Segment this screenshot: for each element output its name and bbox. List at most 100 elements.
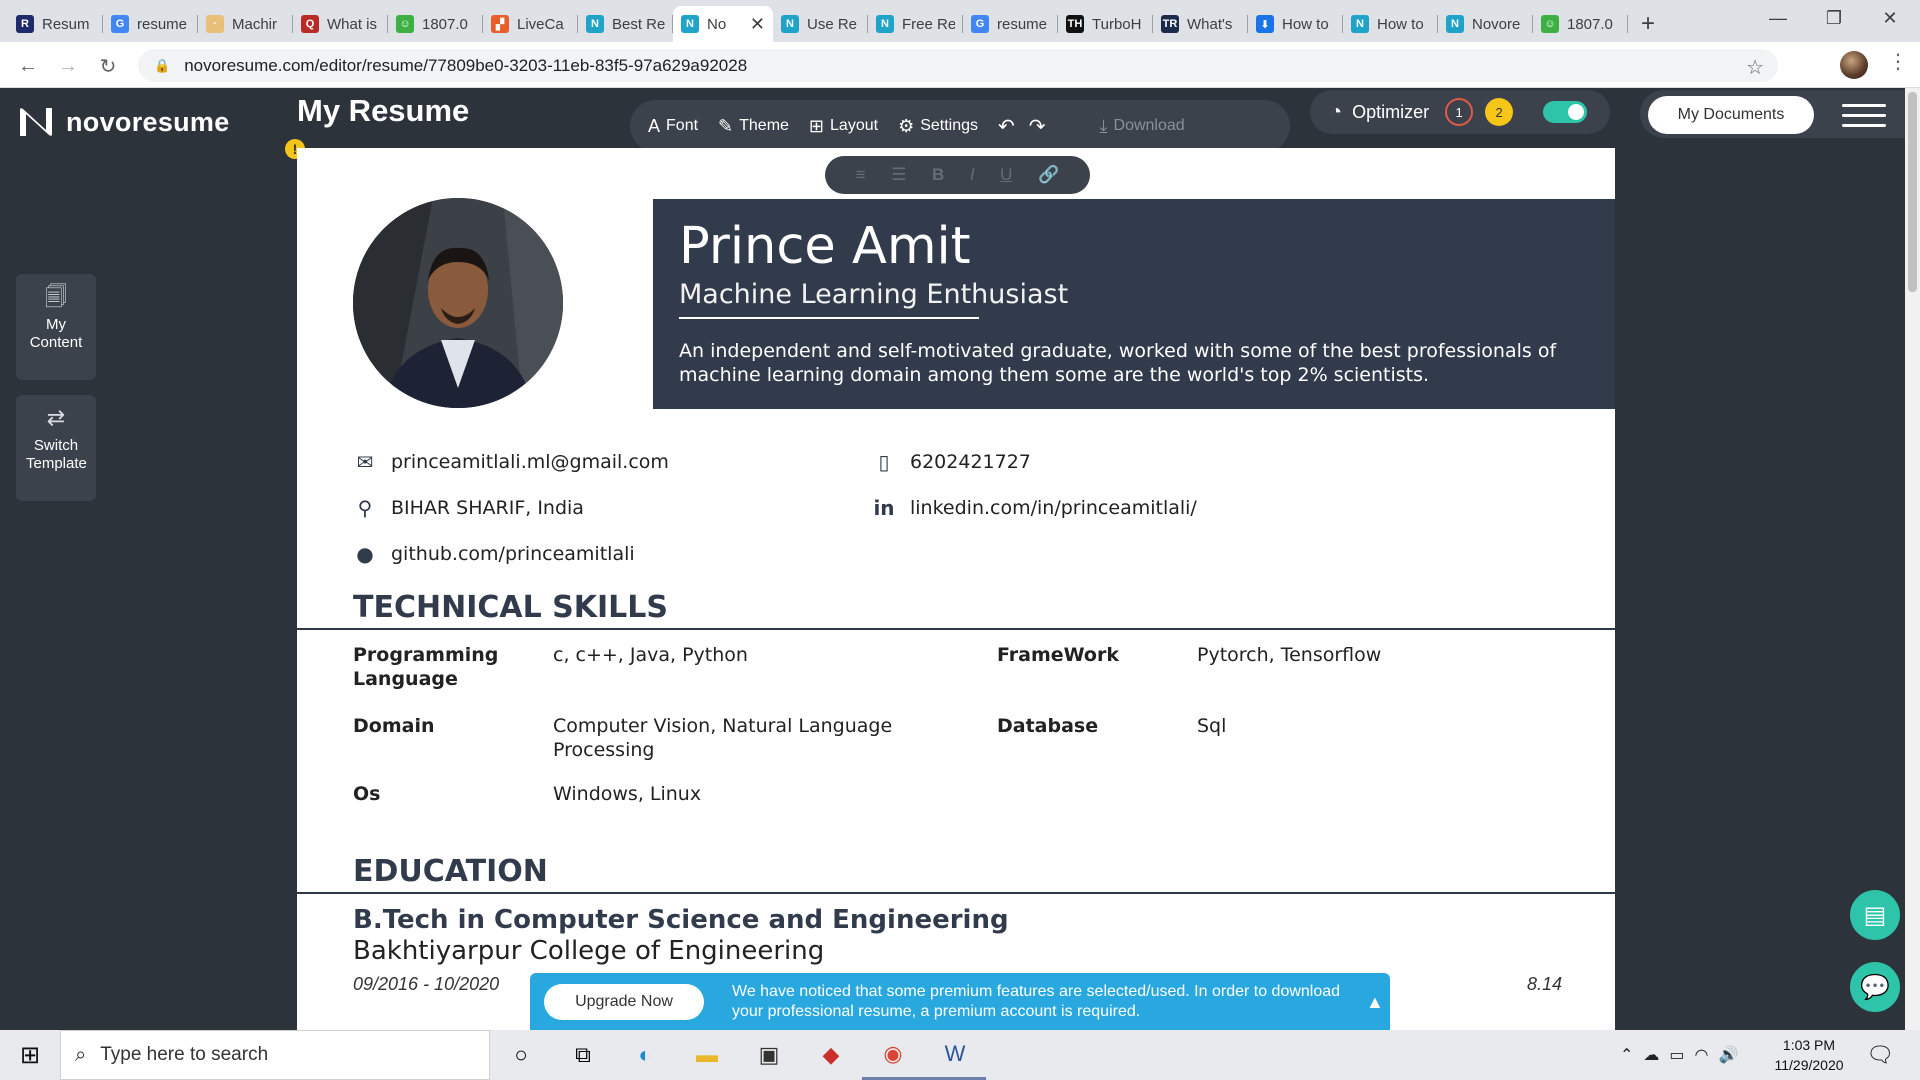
- contact-linkedin[interactable]: in linkedin.com/in/princeamitlali/: [872, 496, 1196, 520]
- hamburger-menu-icon[interactable]: [1842, 104, 1886, 127]
- education-gpa[interactable]: 8.14: [1527, 974, 1562, 995]
- optimizer-toggle[interactable]: [1543, 101, 1588, 123]
- font-button[interactable]: A Font: [648, 116, 698, 137]
- reload-icon[interactable]: ↻: [94, 52, 122, 80]
- battery-icon[interactable]: ▭: [1669, 1045, 1684, 1065]
- notification-icon[interactable]: 🗨: [1866, 1042, 1894, 1068]
- bookmark-star-icon[interactable]: ☆: [1746, 55, 1764, 80]
- task-view-icon[interactable]: ⧉: [552, 1030, 614, 1080]
- store-icon[interactable]: ▣: [738, 1030, 800, 1080]
- education-dates[interactable]: 09/2016 - 10/2020: [353, 974, 499, 995]
- undo-icon[interactable]: ↶: [998, 114, 1015, 139]
- file-explorer-icon[interactable]: ▬: [676, 1030, 738, 1080]
- wifi-icon[interactable]: ◠: [1695, 1045, 1709, 1065]
- browser-tab[interactable]: Gresume: [963, 6, 1058, 42]
- download-button[interactable]: ⤓ Download: [1100, 116, 1185, 137]
- url-field[interactable]: 🔒 novoresume.com/editor/resume/77809be0-…: [138, 49, 1778, 82]
- edge-icon[interactable]: ◐: [614, 1030, 676, 1080]
- underline-icon[interactable]: U: [1000, 165, 1012, 185]
- browser-tab[interactable]: TH TurboH: [1058, 6, 1153, 42]
- taskbar-search-box[interactable]: ⌕ Type here to search: [60, 1030, 490, 1080]
- theme-button[interactable]: ✎ Theme: [718, 116, 789, 137]
- education-degree[interactable]: B.Tech in Computer Science and Engineeri…: [353, 905, 1009, 935]
- skill-value[interactable]: Pytorch, Tensorflow: [1197, 643, 1537, 667]
- skill-value[interactable]: Sql: [1197, 714, 1537, 738]
- browser-tab[interactable]: TR What's: [1153, 6, 1248, 42]
- browser-tab[interactable]: N Free Re: [868, 6, 963, 42]
- browser-tab[interactable]: · Machir: [198, 6, 293, 42]
- new-tab-button[interactable]: +: [1628, 6, 1668, 42]
- link-icon[interactable]: 🔗: [1038, 165, 1059, 185]
- skill-label[interactable]: Domain: [353, 714, 543, 738]
- forward-icon[interactable]: →: [54, 52, 82, 80]
- browser-tab[interactable]: N Best Re: [578, 6, 673, 42]
- skill-label[interactable]: Programming Language: [353, 643, 543, 691]
- browser-tab[interactable]: Q What is: [293, 6, 388, 42]
- layout-button[interactable]: ⊞ Layout: [809, 116, 878, 137]
- cortana-icon[interactable]: ○: [490, 1030, 552, 1080]
- profile-avatar[interactable]: [1840, 51, 1868, 79]
- back-icon[interactable]: ←: [14, 52, 42, 80]
- resume-role[interactable]: Machine Learning Enthusiast: [679, 279, 1068, 310]
- switch-template-button[interactable]: ⇄ Switch Template: [16, 395, 96, 501]
- browser-tab[interactable]: ⬇ How to: [1248, 6, 1343, 42]
- skill-label[interactable]: Os: [353, 782, 543, 806]
- browser-tab[interactable]: N Use Re: [773, 6, 868, 42]
- game-app-icon[interactable]: ◆: [800, 1030, 862, 1080]
- guide-fab-icon[interactable]: ▤: [1850, 890, 1900, 940]
- browser-tab[interactable]: R Resum: [8, 6, 103, 42]
- page-scrollbar-thumb[interactable]: [1908, 92, 1917, 292]
- close-window-icon[interactable]: ✕: [1866, 0, 1914, 36]
- skill-value[interactable]: Windows, Linux: [553, 782, 893, 806]
- novoresume-logo[interactable]: novoresume: [18, 106, 230, 138]
- browser-tab[interactable]: ▞ LiveCa: [483, 6, 578, 42]
- profile-photo[interactable]: [353, 198, 563, 408]
- document-title[interactable]: My Resume: [297, 93, 469, 129]
- turbohire-icon: TH: [1066, 15, 1084, 33]
- my-content-button[interactable]: 🗐 My Content: [16, 274, 96, 380]
- contact-email[interactable]: ✉ princeamitlali.ml@gmail.com: [353, 450, 669, 474]
- windows-start-icon[interactable]: ⊞: [0, 1030, 60, 1080]
- italic-icon[interactable]: I: [970, 165, 975, 185]
- caret-up-icon[interactable]: ▲: [1366, 992, 1384, 1013]
- education-section-title[interactable]: EDUCATION: [353, 854, 548, 889]
- browser-tab[interactable]: Gresume: [103, 6, 198, 42]
- skill-label[interactable]: FrameWork: [997, 643, 1187, 667]
- align-justify-icon[interactable]: ☰: [891, 165, 906, 185]
- contact-phone[interactable]: ▯ 6202421727: [872, 450, 1030, 474]
- education-school[interactable]: Bakhtiyarpur College of Engineering: [353, 936, 824, 966]
- bold-icon[interactable]: B: [932, 165, 944, 185]
- resume-name[interactable]: Prince Amit: [679, 217, 971, 276]
- settings-button[interactable]: ⚙ Settings: [898, 116, 978, 137]
- contact-github[interactable]: ● github.com/princeamitlali: [353, 542, 634, 566]
- skill-label[interactable]: Database: [997, 714, 1187, 738]
- skills-section-title[interactable]: TECHNICAL SKILLS: [353, 590, 668, 625]
- minimize-icon[interactable]: —: [1754, 0, 1802, 36]
- contact-location[interactable]: ⚲ BIHAR SHARIF, India: [353, 496, 584, 520]
- optimizer-warning-badge[interactable]: 2: [1485, 98, 1514, 126]
- onedrive-icon[interactable]: ☁: [1643, 1045, 1659, 1065]
- skill-value[interactable]: Computer Vision, Natural Language Proces…: [553, 714, 893, 762]
- skill-value[interactable]: c, c++, Java, Python: [553, 643, 893, 667]
- redo-icon[interactable]: ↷: [1029, 114, 1046, 139]
- optimizer-error-badge[interactable]: 1: [1445, 98, 1474, 126]
- browser-tab[interactable]: N How to: [1343, 6, 1438, 42]
- align-left-icon[interactable]: ≡: [856, 165, 866, 185]
- browser-tab[interactable]: N No ✕: [673, 6, 773, 42]
- browser-tab[interactable]: N Novore: [1438, 6, 1533, 42]
- close-tab-icon[interactable]: ✕: [750, 14, 765, 35]
- optimizer-panel[interactable]: ◔ Optimizer 1 2: [1310, 90, 1610, 134]
- browser-menu-icon[interactable]: ⋮: [1888, 52, 1908, 72]
- tray-chevron-icon[interactable]: ⌃: [1620, 1045, 1633, 1065]
- volume-icon[interactable]: 🔊: [1719, 1045, 1739, 1065]
- word-icon[interactable]: W: [924, 1030, 986, 1080]
- browser-tab[interactable]: ☺ 1807.0: [1533, 6, 1628, 42]
- resume-summary[interactable]: An independent and self-motivated gradua…: [679, 339, 1559, 387]
- chrome-icon[interactable]: ◉: [862, 1030, 924, 1080]
- taskbar-clock[interactable]: 1:03 PM 11/29/2020: [1764, 1035, 1854, 1075]
- restore-icon[interactable]: ❐: [1810, 0, 1858, 36]
- browser-tab[interactable]: ☺ 1807.0: [388, 6, 483, 42]
- upgrade-now-button[interactable]: Upgrade Now: [544, 984, 704, 1020]
- my-documents-button[interactable]: My Documents: [1648, 96, 1814, 134]
- chat-fab-icon[interactable]: 💬: [1850, 962, 1900, 1012]
